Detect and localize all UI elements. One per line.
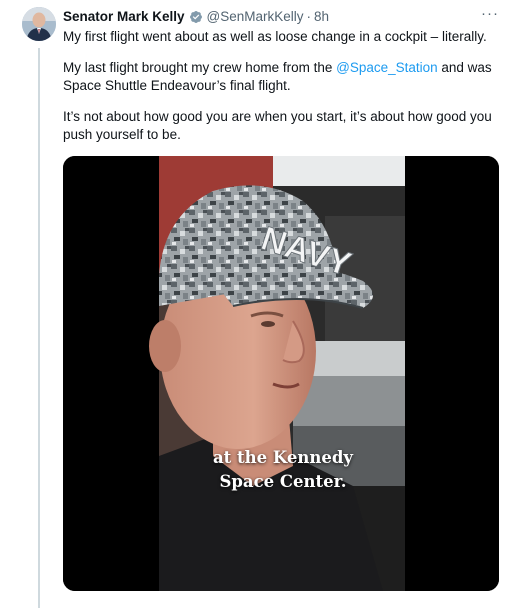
author-name[interactable]: Senator Mark Kelly bbox=[63, 9, 185, 24]
thread-line bbox=[38, 48, 40, 608]
tweet-paragraph-3: It’s not about how good you are when you… bbox=[63, 109, 492, 142]
avatar-image bbox=[22, 7, 56, 41]
tweet-paragraph-2-start: My last flight brought my crew home from… bbox=[63, 60, 337, 75]
avatar[interactable] bbox=[22, 7, 56, 41]
author-handle[interactable]: @SenMarkKelly bbox=[207, 9, 304, 24]
tweet-paragraph-1: My first flight went about as well as lo… bbox=[63, 29, 487, 44]
tweet-text: My first flight went about as well as lo… bbox=[63, 28, 503, 157]
timestamp[interactable]: 8h bbox=[314, 9, 329, 24]
video-frame: NAVY bbox=[63, 156, 499, 591]
verified-badge-icon bbox=[189, 10, 202, 23]
caption-line-2: Space Center. bbox=[219, 472, 347, 491]
video-caption: at the Kennedy Space Center. bbox=[158, 446, 408, 494]
space-station-mention-link[interactable]: @Space_Station bbox=[336, 60, 438, 75]
more-options-icon[interactable]: ··· bbox=[481, 5, 499, 22]
tweet-header: Senator Mark Kelly @SenMarkKelly · 8h bbox=[63, 9, 329, 24]
separator-dot: · bbox=[306, 9, 312, 24]
caption-line-1: at the Kennedy bbox=[212, 448, 353, 467]
video-media[interactable]: NAVY at the Kennedy Space Center. bbox=[63, 156, 499, 591]
tweet-paragraph-2: My last flight brought my crew home from… bbox=[63, 59, 503, 95]
